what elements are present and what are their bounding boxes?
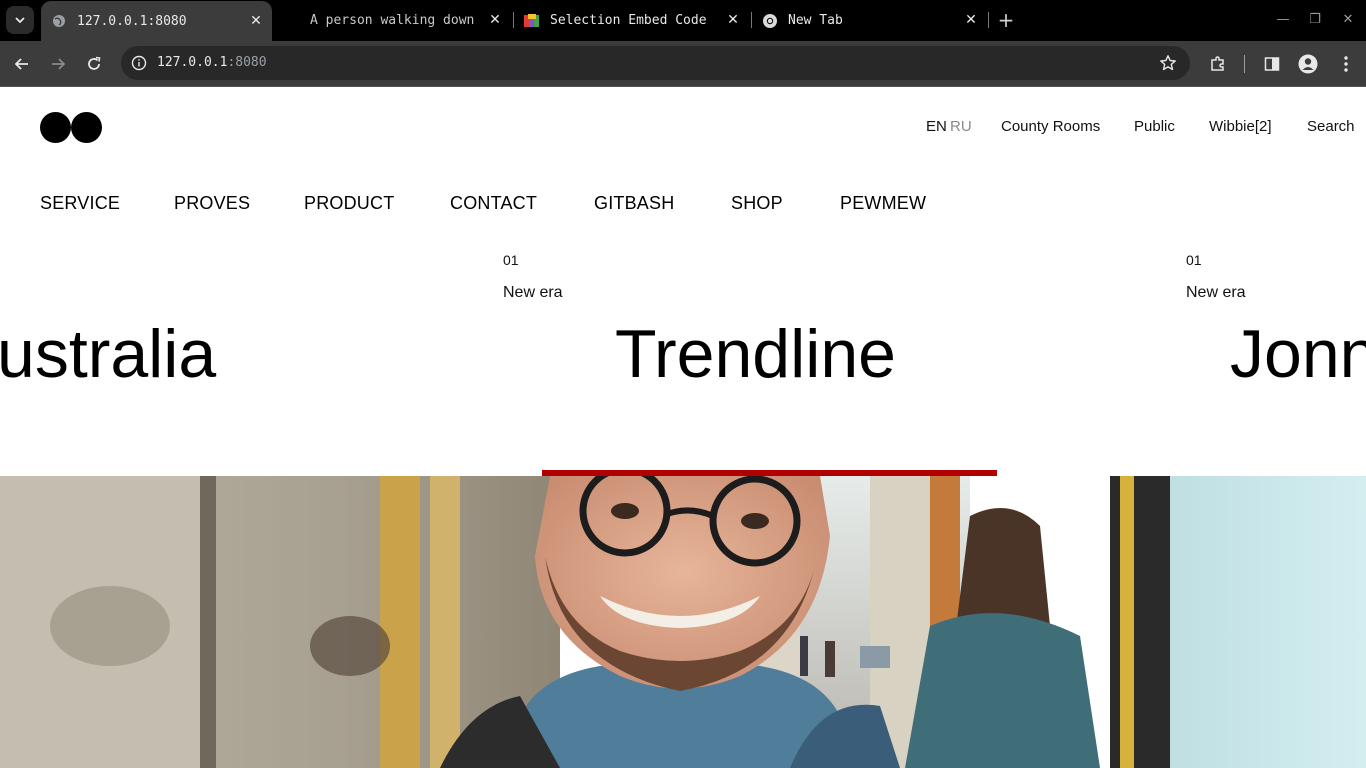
profile-avatar-icon [1298,54,1318,74]
hero-photo [0,476,1366,768]
close-icon[interactable]: ✕ [248,13,264,29]
close-icon[interactable]: ✕ [725,12,741,28]
slide-title-australia[interactable]: ustralia [0,315,216,393]
tab-separator [751,12,752,28]
address-bar[interactable]: 127.0.0.1:8080 [121,46,1190,80]
side-panel-icon [1264,57,1280,71]
site-info-icon[interactable] [129,53,149,73]
tab-title: New Tab [788,13,843,28]
forward-button[interactable] [45,51,71,77]
header-links: EN RU County Rooms Public Wibbie[2] Sear… [0,118,1366,138]
slide-number: 01 [1186,252,1202,268]
tab-title: Selection Embed Code [550,13,707,28]
address-url: 127.0.0.1:8080 [157,55,267,70]
globe-icon [51,13,67,29]
slide-number: 01 [503,252,519,268]
header-link-county-rooms[interactable]: County Rooms [1001,118,1100,135]
new-tab-plus-icon[interactable]: + [996,10,1016,30]
browser-tab[interactable]: Selection Embed Code ✕ [516,0,749,41]
browser-tab[interactable]: A person walking down ✕ [296,0,511,41]
reload-button[interactable] [81,51,107,77]
header-link-wibbie[interactable]: Wibbie[2] [1209,118,1272,135]
language-en[interactable]: EN [926,118,947,135]
colorful-logo-icon [524,13,540,29]
close-icon[interactable]: ✕ [963,12,979,28]
minimize-icon[interactable]: — [1273,10,1293,30]
nav-item-service[interactable]: SERVICE [40,193,120,214]
slide-title-jonn[interactable]: Jonn [1230,315,1366,393]
browser-menu-button[interactable] [1333,51,1359,77]
language-ru[interactable]: RU [950,118,972,135]
nav-item-gitbash[interactable]: GITBASH [594,193,674,214]
bookmark-star-icon[interactable] [1158,53,1178,73]
web-page: EN RU County Rooms Public Wibbie[2] Sear… [0,87,1366,768]
chrome-icon [762,13,778,29]
extensions-button[interactable] [1205,51,1231,77]
slide-title-trendline[interactable]: Trendline [615,315,896,393]
browser-toolbar: 127.0.0.1:8080 [0,41,1366,86]
side-panel-button[interactable] [1259,51,1285,77]
restore-icon[interactable]: ❐ [1305,10,1325,30]
tab-separator [988,12,989,28]
reload-icon [88,56,101,70]
browser-tab[interactable]: New Tab ✕ [754,0,987,41]
kebab-menu-icon [1344,56,1348,72]
puzzle-icon [1211,56,1224,71]
arrow-right-icon [52,58,66,70]
browser-tab-bar: 127.0.0.1:8080 ✕ A person walking down ✕… [0,0,1366,41]
nav-item-proves[interactable]: PROVES [174,193,250,214]
slide-subtitle: New era [503,284,563,301]
browser-tab-active[interactable]: 127.0.0.1:8080 ✕ [41,1,272,41]
url-host: 127.0.0.1 [157,55,228,70]
back-button[interactable] [9,51,35,77]
nav-item-contact[interactable]: CONTACT [450,193,537,214]
arrow-left-icon [14,58,28,70]
chevron-down-icon [15,17,25,24]
tab-separator [513,12,514,28]
header-link-public[interactable]: Public [1134,118,1175,135]
tab-title: 127.0.0.1:8080 [77,13,187,29]
toolbar-separator [1244,55,1245,73]
slide-subtitle: New era [1186,284,1246,301]
window-close-icon[interactable]: ✕ [1338,10,1358,30]
hero-photo-illustration [0,476,1366,768]
header-link-search[interactable]: Search [1307,118,1355,135]
nav-item-shop[interactable]: SHOP [731,193,783,214]
nav-item-product[interactable]: PRODUCT [304,193,394,214]
main-navigation: SERVICE PROVES PRODUCT CONTACT GITBASH S… [0,193,1366,215]
tab-search-button[interactable] [6,6,34,34]
nav-item-pewmew[interactable]: PEWMEW [840,193,926,214]
tab-title: A person walking down [310,13,474,28]
profile-button[interactable] [1295,51,1321,77]
close-icon[interactable]: ✕ [487,12,503,28]
url-port: :8080 [227,55,267,70]
